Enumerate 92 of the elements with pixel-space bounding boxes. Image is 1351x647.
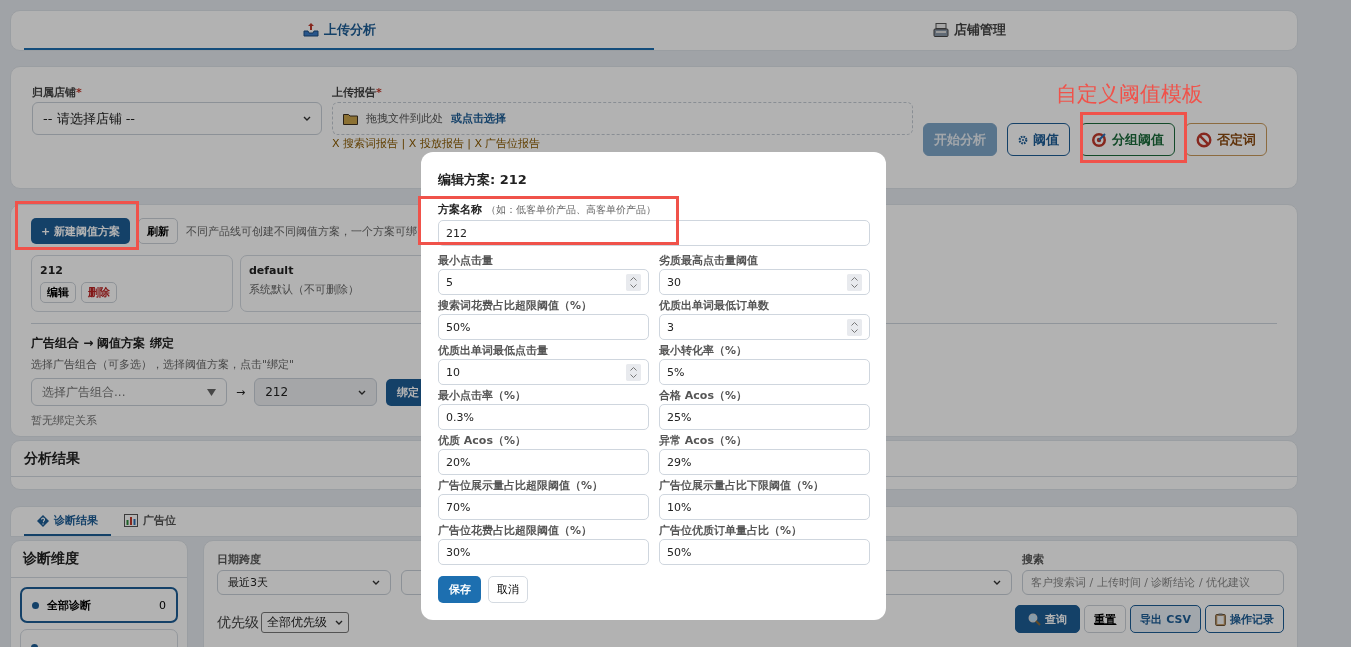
- input-field[interactable]: 5%: [659, 359, 870, 385]
- input-field[interactable]: 70%: [438, 494, 649, 520]
- new-scheme-button[interactable]: + 新建阈值方案: [31, 218, 131, 244]
- ad-group-select[interactable]: 选择广告组合...: [31, 378, 227, 406]
- hint-text: 选择广告组合（可多选），选择阈值方案，点击"绑定": [31, 357, 295, 372]
- drop-hint: 拖拽文件到此处: [366, 111, 443, 126]
- action-button[interactable]: 查询: [1015, 605, 1081, 633]
- target-icon: [1091, 131, 1107, 148]
- scheme-name: default: [249, 264, 295, 277]
- tab[interactable]: 上传分析: [24, 11, 654, 50]
- panel-title: 诊断维度: [23, 550, 79, 568]
- action-button[interactable]: 重置: [1084, 605, 1127, 633]
- input-field[interactable]: 5: [438, 269, 649, 295]
- chevron-down-icon: [335, 620, 343, 625]
- input-field[interactable]: 10: [438, 359, 649, 385]
- input-field[interactable]: 20%: [438, 449, 649, 475]
- hint-text: 不同产品线可创建不同阈值方案，一个方案可绑: [186, 223, 418, 239]
- input-field[interactable]: 3: [659, 314, 870, 340]
- save-button[interactable]: 保存: [438, 576, 481, 603]
- date-select[interactable]: 最近3天: [217, 570, 391, 595]
- input-field[interactable]: 50%: [438, 314, 649, 340]
- cancel-button[interactable]: 取消: [488, 576, 528, 603]
- field-label: 劣质最高点击量阈值: [659, 254, 758, 267]
- input-field[interactable]: 50%: [659, 539, 870, 565]
- scheme-name: 212: [40, 264, 64, 277]
- sidebar-item[interactable]: 全部诊断 0: [20, 587, 178, 623]
- field-label: 广告位展示量占比超限阈值（%）: [438, 479, 604, 492]
- store-select[interactable]: -- 请选择店铺 --: [32, 102, 322, 135]
- action-button[interactable]: 导出 CSV: [1130, 605, 1201, 633]
- field-label: 搜索词花费占比超限阈值（%）: [438, 299, 593, 312]
- dialog-title: 编辑方案: 212: [438, 171, 528, 189]
- field-label: 广告位优质订单量占比（%）: [659, 524, 803, 537]
- refresh-button[interactable]: 刷新: [138, 218, 179, 244]
- field-label: 搜索: [1022, 552, 1044, 565]
- field-label: 上传报告*: [332, 86, 383, 99]
- chevron-down-icon: [303, 116, 311, 121]
- field-hint: （如：低客单价产品、高客单价产品）: [486, 203, 656, 217]
- triangle-down-icon: [207, 388, 216, 396]
- tab[interactable]: 广告位: [111, 507, 189, 536]
- input-field[interactable]: 29%: [659, 449, 870, 475]
- input-field[interactable]: 10%: [659, 494, 870, 520]
- field-label: 最小点击率（%）: [438, 389, 527, 402]
- search-icon: [1028, 612, 1042, 626]
- annotation-text: 自定义阈值模板: [1056, 81, 1203, 108]
- chevron-down-icon: [372, 580, 380, 585]
- field-label: 归属店铺*: [32, 86, 83, 99]
- input-field[interactable]: 25%: [659, 404, 870, 430]
- field-label: 合格 Acos（%）: [659, 389, 747, 402]
- name-field[interactable]: 212: [438, 220, 870, 246]
- section-title: 广告组合 → 阈值方案 绑定: [31, 335, 174, 352]
- input-field[interactable]: 0.3%: [438, 404, 649, 430]
- field-label: 优质出单词最低订单数: [659, 299, 769, 312]
- prohibited-icon: [1196, 131, 1212, 148]
- field-label: 最小点击量: [438, 254, 493, 267]
- input-field[interactable]: 30: [659, 269, 870, 295]
- scheme-note: 系统默认（不可删除）: [249, 282, 360, 297]
- delete-button[interactable]: 删除: [81, 282, 117, 303]
- inbox-tray-icon: [302, 22, 319, 37]
- tab[interactable]: 店铺管理: [654, 11, 1284, 50]
- clipboard-icon: [1215, 612, 1226, 626]
- choose-file-link[interactable]: 或点击选择: [451, 111, 506, 126]
- field-label: 广告位花费占比超限阈值（%）: [438, 524, 593, 537]
- scheme-select[interactable]: 212: [254, 378, 378, 406]
- empty-text: 暂无绑定关系: [31, 413, 97, 428]
- toolbar-button[interactable]: 否定词: [1185, 123, 1267, 156]
- priority-select[interactable]: 全部优先级: [261, 612, 349, 633]
- arrow-text: →: [236, 385, 246, 399]
- file-drop-zone[interactable]: 拖拽文件到此处 或点击选择: [332, 102, 913, 135]
- field-label: 最小转化率（%）: [659, 344, 748, 357]
- cash-register-icon: [932, 22, 949, 37]
- bar-chart-icon: [124, 514, 138, 527]
- field-label: 异常 Acos（%）: [659, 434, 747, 447]
- gear-icon: [1018, 134, 1028, 145]
- input-field[interactable]: 30%: [438, 539, 649, 565]
- toolbar-button[interactable]: 分组阈值: [1080, 123, 1175, 156]
- field-label: 优质出单词最低点击量: [438, 344, 548, 357]
- field-label: 广告位展示量占比下限阈值（%）: [659, 479, 825, 492]
- action-button[interactable]: 操作记录: [1205, 605, 1284, 633]
- field-label: 优先级: [217, 613, 259, 632]
- edit-button[interactable]: 编辑: [40, 282, 76, 303]
- report-status: X 搜索词报告 | X 投放报告 | X 广告位报告: [332, 138, 541, 150]
- field-label: 优质 Acos（%）: [438, 434, 526, 447]
- field-label: 日期跨度: [217, 552, 261, 565]
- tab[interactable]: 诊断结果: [24, 507, 111, 536]
- panel-title: 分析结果: [24, 449, 80, 468]
- question-diamond-icon: [37, 514, 49, 527]
- chevron-down-icon: [993, 580, 1001, 585]
- field-label: 方案名称: [438, 202, 482, 217]
- folder-icon: [343, 112, 358, 125]
- chevron-down-icon: [358, 389, 367, 395]
- search-field[interactable]: 客户搜索词 / 上传时间 / 诊断结论 / 优化建议: [1022, 570, 1284, 595]
- toolbar-button[interactable]: 阈值: [1007, 123, 1070, 156]
